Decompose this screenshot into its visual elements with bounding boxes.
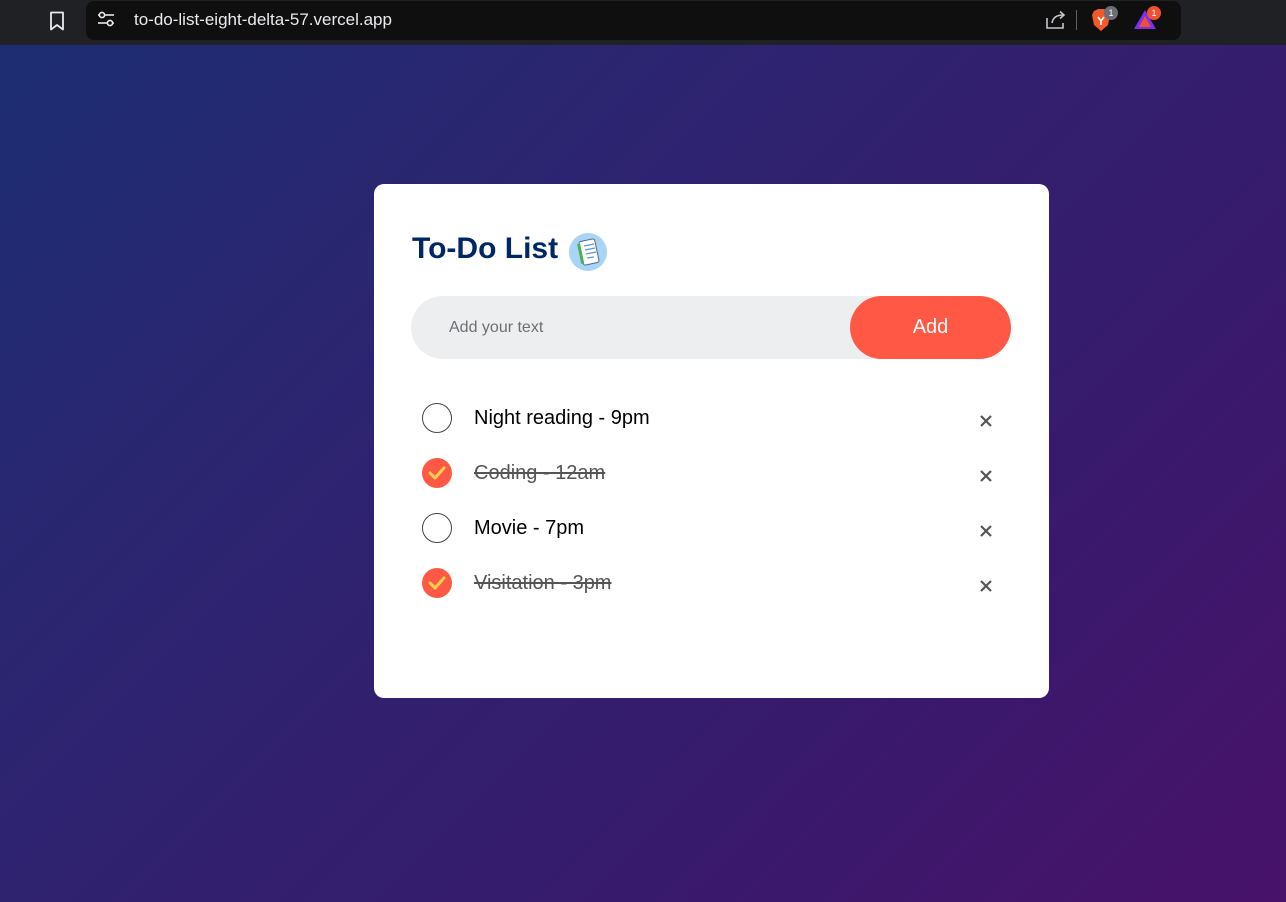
task-item[interactable]: Night reading - 9pm (422, 397, 1022, 437)
todo-card: To-Do List Add Night reading - 9pm (374, 184, 1049, 698)
task-list: Night reading - 9pm Coding - 12am Movie … (374, 184, 1049, 698)
brave-shield-badge: 1 (1104, 6, 1118, 20)
task-checkbox[interactable] (422, 513, 452, 543)
task-item[interactable]: Coding - 12am (422, 452, 1022, 492)
task-text: Movie - 7pm (474, 517, 585, 539)
url-text[interactable]: to-do-list-eight-delta-57.vercel.app (134, 10, 392, 30)
close-icon[interactable] (974, 409, 998, 433)
task-checkbox-checked[interactable] (422, 568, 452, 598)
toolbar-divider (1076, 10, 1077, 30)
task-item[interactable]: Movie - 7pm (422, 507, 1022, 547)
bookmark-icon[interactable] (44, 8, 70, 34)
brave-rewards-badge: 1 (1147, 6, 1161, 20)
tune-icon[interactable] (96, 9, 116, 29)
task-item[interactable]: Visitation - 3pm (422, 562, 1022, 602)
close-icon[interactable] (974, 464, 998, 488)
close-icon[interactable] (974, 574, 998, 598)
task-text: Visitation - 3pm (474, 572, 612, 594)
close-icon[interactable] (974, 519, 998, 543)
task-checkbox-checked[interactable] (422, 458, 452, 488)
share-icon[interactable] (1043, 8, 1069, 32)
checkmark-icon (428, 576, 446, 590)
task-text: Night reading - 9pm (474, 407, 650, 429)
checkmark-icon (428, 466, 446, 480)
task-checkbox[interactable] (422, 403, 452, 433)
task-text: Coding - 12am (474, 462, 606, 484)
